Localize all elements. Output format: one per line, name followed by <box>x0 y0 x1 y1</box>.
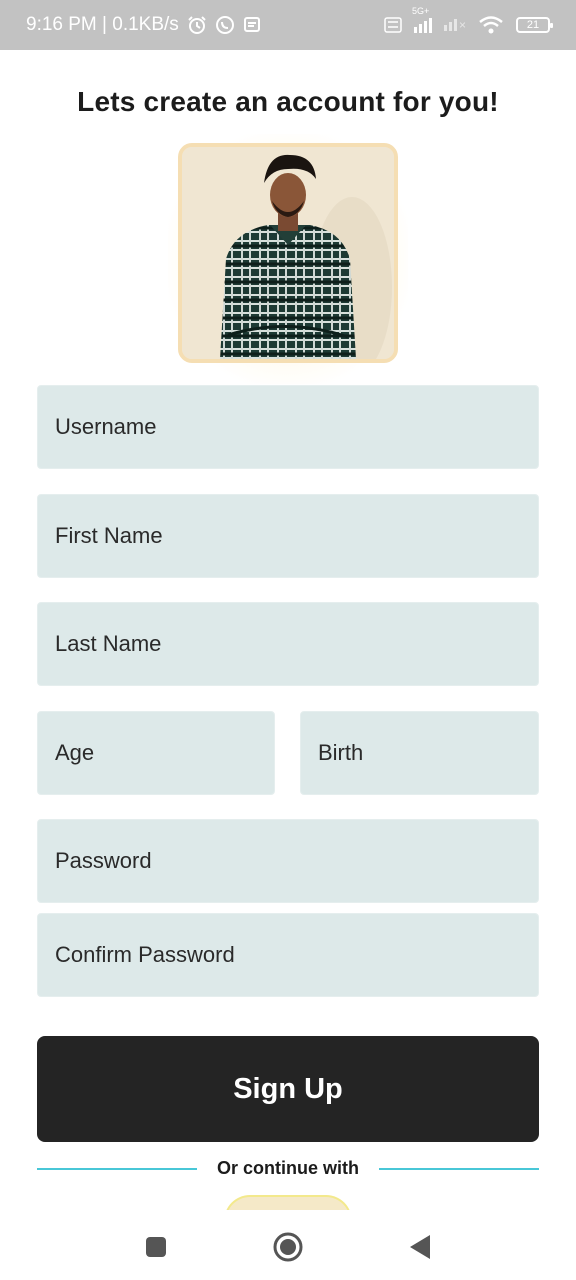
person-photo-illustration <box>182 147 394 359</box>
battery-icon: 21 <box>516 17 553 33</box>
message-icon <box>243 17 260 32</box>
alarm-icon <box>188 16 206 34</box>
divider-right <box>379 1168 539 1170</box>
birth-field[interactable]: Birth <box>300 711 539 795</box>
age-field[interactable]: Age <box>37 711 275 795</box>
recent-apps-icon <box>146 1237 166 1257</box>
wifi-icon <box>479 16 503 34</box>
confirm-password-placeholder: Confirm Password <box>55 942 235 967</box>
first-name-placeholder: First Name <box>55 523 163 548</box>
nav-bar <box>0 1210 576 1280</box>
last-name-field[interactable]: Last Name <box>37 602 539 686</box>
page-title: Lets create an account for you! <box>77 86 499 117</box>
network-type: 5G+ <box>411 5 430 16</box>
battery-level: 21 <box>526 19 540 31</box>
last-name-placeholder: Last Name <box>55 631 162 656</box>
password-field[interactable]: Password <box>37 819 539 903</box>
username-field[interactable]: Username <box>37 385 539 469</box>
age-placeholder: Age <box>55 740 95 765</box>
divider-left <box>37 1168 197 1170</box>
home-icon <box>273 1232 303 1262</box>
continue-with-label: Or continue with <box>217 1158 359 1178</box>
back-button[interactable] <box>405 1232 435 1262</box>
recent-apps-button[interactable] <box>141 1232 171 1262</box>
password-placeholder: Password <box>55 848 152 873</box>
profile-photo <box>178 143 398 363</box>
confirm-password-field[interactable]: Confirm Password <box>37 913 539 997</box>
volte-icon <box>384 17 402 33</box>
status-right: 5G+ × 21 <box>384 6 553 35</box>
signal-icon: 5G+ <box>412 6 432 33</box>
whatsapp-icon <box>215 16 234 34</box>
birth-placeholder: Birth <box>318 740 364 765</box>
status-left: 9:16 PM | 0.1KB/s <box>26 14 261 36</box>
home-button[interactable] <box>273 1232 303 1262</box>
signal-off-icon: × <box>443 19 466 31</box>
first-name-field[interactable]: First Name <box>37 494 539 578</box>
status-time-speed: 9:16 PM | 0.1KB/s <box>26 14 179 35</box>
back-icon <box>410 1235 430 1259</box>
status-bar: 9:16 PM | 0.1KB/s 5G+ × 21 <box>0 0 576 50</box>
signup-button[interactable]: Sign Up <box>37 1036 539 1142</box>
username-placeholder: Username <box>55 414 157 439</box>
